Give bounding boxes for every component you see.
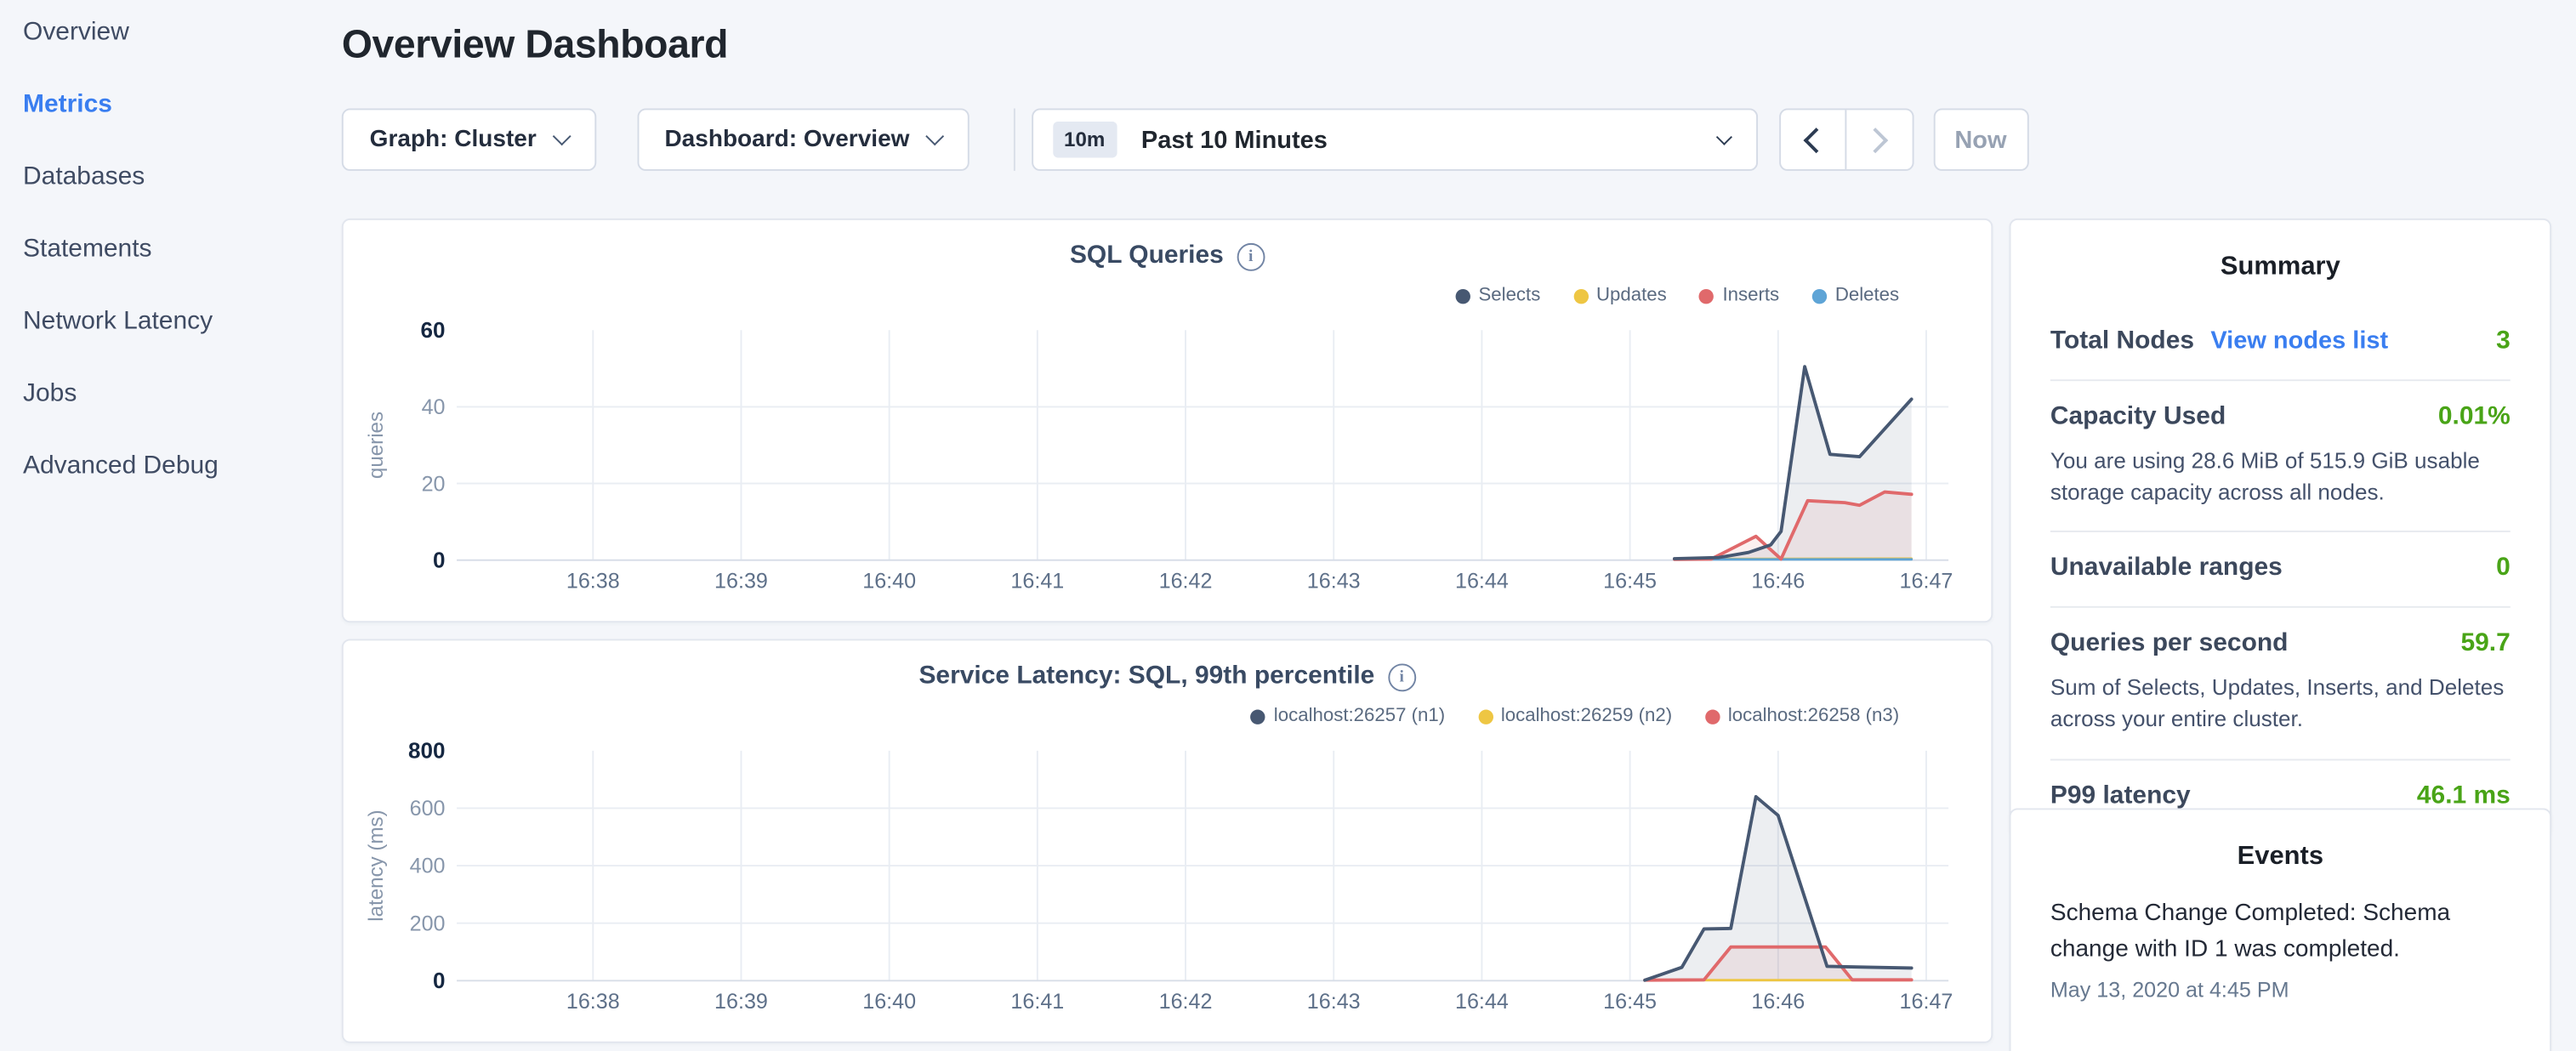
svg-text:16:47: 16:47 [1900,570,1953,594]
svg-text:600: 600 [410,797,446,821]
sidebar-item-metrics[interactable]: Metrics [23,90,335,120]
summary-panel: Summary Total Nodes View nodes list 3 Ca… [2010,219,2551,836]
svg-text:16:40: 16:40 [862,990,916,1014]
summary-row-label: Unavailable ranges [2050,554,2283,584]
event-timestamp: May 13, 2020 at 4:45 PM [2050,977,2511,1002]
svg-text:16:47: 16:47 [1900,990,1953,1014]
sidebar-item-jobs[interactable]: Jobs [23,379,335,409]
svg-text:16:44: 16:44 [1455,570,1509,594]
svg-text:16:43: 16:43 [1307,990,1361,1014]
svg-text:16:43: 16:43 [1307,570,1361,594]
svg-text:400: 400 [410,855,446,878]
summary-row-label: Capacity Used [2050,402,2226,432]
svg-text:0: 0 [433,968,446,993]
svg-text:16:41: 16:41 [1010,570,1064,594]
svg-text:16:38: 16:38 [566,570,620,594]
svg-text:queries: queries [365,412,388,479]
divider [1013,108,1015,170]
svg-text:16:39: 16:39 [714,570,768,594]
graph-dropdown[interactable]: Graph: Cluster [342,108,595,170]
svg-text:16:46: 16:46 [1751,570,1805,594]
chart-canvas: 16:38 16:39 16:40 16:41 16:42 16:43 16:44 16:45… [344,640,1988,1037]
svg-text:0: 0 [433,547,446,572]
now-button[interactable]: Now [1933,108,2028,170]
app-root: Overview Metrics Databases Statements Ne… [0,0,2576,1051]
page-title: Overview Dashboard [342,23,728,69]
sidebar-item-databases[interactable]: Databases [23,162,335,192]
summary-row-capacity-used: Capacity Used 0.01% You are using 28.6 M… [2050,381,2511,532]
svg-text:16:38: 16:38 [566,990,620,1014]
sidebar-item-network-latency[interactable]: Network Latency [23,307,335,337]
svg-text:200: 200 [410,912,446,935]
controls-bar: Graph: Cluster Dashboard: Overview 10m P… [342,108,2028,170]
svg-text:800: 800 [408,738,445,764]
summary-row-value: 59.7 [2461,629,2511,659]
svg-text:16:42: 16:42 [1159,990,1213,1014]
time-range-label: Past 10 Minutes [1141,126,1328,154]
chevron-right-icon [1863,127,1889,152]
svg-text:40: 40 [422,395,446,419]
event-text: Schema Change Completed: Schema change w… [2050,895,2511,969]
chevron-down-icon [924,127,943,145]
summary-row-value: 0.01% [2438,402,2511,432]
summary-row-label: Queries per second [2050,629,2289,659]
dashboard-dropdown[interactable]: Dashboard: Overview [637,108,969,170]
time-step-group [1778,108,1913,170]
chevron-down-icon [1715,128,1732,145]
summary-row-label: P99 latency [2050,781,2191,811]
sidebar-item-advanced-debug[interactable]: Advanced Debug [23,452,335,481]
time-range-badge: 10m [1052,122,1116,157]
summary-row-description: You are using 28.6 MiB of 515.9 GiB usab… [2050,446,2511,508]
summary-title: Summary [2050,253,2511,282]
summary-row-queries-per-second: Queries per second 59.7 Sum of Selects, … [2050,608,2511,759]
svg-text:16:40: 16:40 [862,570,916,594]
svg-text:16:39: 16:39 [714,990,768,1014]
svg-text:16:45: 16:45 [1603,990,1657,1014]
events-title: Events [2050,843,2511,872]
summary-row-value: 46.1 ms [2417,781,2511,811]
time-prev-button[interactable] [1780,110,1846,169]
chevron-left-icon [1803,127,1828,152]
svg-text:16:45: 16:45 [1603,570,1657,594]
summary-row-description: Sum of Selects, Updates, Inserts, and De… [2050,673,2511,736]
graph-dropdown-label: Graph: Cluster [370,127,537,153]
sidebar: Overview Metrics Databases Statements Ne… [23,18,335,524]
summary-row-value: 3 [2496,327,2511,356]
events-panel: Events Schema Change Completed: Schema c… [2010,808,2551,1051]
sidebar-item-statements[interactable]: Statements [23,235,335,264]
summary-row-value: 0 [2496,554,2511,584]
svg-text:latency (ms): latency (ms) [365,810,388,921]
svg-text:20: 20 [422,472,446,496]
time-range-dropdown[interactable]: 10m Past 10 Minutes [1031,108,1757,170]
view-nodes-list-link[interactable]: View nodes list [2210,327,2388,355]
dashboard-dropdown-label: Dashboard: Overview [664,127,909,153]
chevron-down-icon [552,127,571,145]
time-next-button[interactable] [1847,110,1912,169]
sidebar-item-overview[interactable]: Overview [23,18,335,48]
svg-text:60: 60 [421,317,446,343]
sql-queries-chart-panel: SQL Queries i SelectsUpdatesInsertsDelet… [342,219,1993,622]
svg-text:16:46: 16:46 [1751,990,1805,1014]
now-button-label: Now [1954,126,2006,154]
svg-text:16:41: 16:41 [1010,990,1064,1014]
svg-text:16:44: 16:44 [1455,990,1509,1014]
service-latency-chart-panel: Service Latency: SQL, 99th percentile i … [342,639,1993,1042]
chart-canvas: 16:38 16:39 16:40 16:41 16:42 16:43 16:44 16:45… [344,220,1988,617]
summary-row-label: Total Nodes [2050,327,2194,356]
summary-row-total-nodes: Total Nodes View nodes list 3 [2050,305,2511,381]
svg-text:16:42: 16:42 [1159,570,1213,594]
event-list-item[interactable]: Schema Change Completed: Schema change w… [2050,895,2511,1002]
summary-row-unavailable-ranges: Unavailable ranges 0 [2050,533,2511,609]
